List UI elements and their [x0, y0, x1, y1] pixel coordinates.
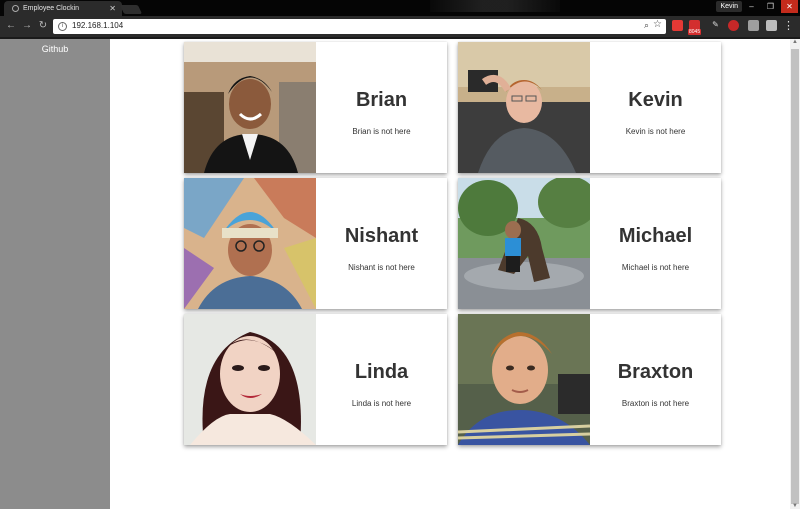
browser-tab[interactable]: Employee Clockin ✕: [4, 1, 122, 16]
employee-card-braxton[interactable]: Braxton Braxton is not here: [458, 314, 721, 445]
employee-status: Kevin is not here: [625, 127, 686, 136]
employee-status: Nishant is not here: [348, 263, 415, 272]
close-tab-icon[interactable]: ✕: [109, 4, 116, 13]
minimize-icon[interactable]: –: [743, 0, 760, 13]
browser-titlebar: Employee Clockin ✕ Kevin – ❐ ✕: [0, 0, 800, 16]
employee-photo: [184, 178, 316, 309]
employee-info: Nishant Nishant is not here: [316, 178, 447, 309]
extension-image-icon[interactable]: [766, 20, 777, 31]
employee-card-linda[interactable]: Linda Linda is not here: [184, 314, 447, 445]
extension-grey-icon[interactable]: [748, 20, 759, 31]
employee-name: Nishant: [344, 225, 419, 247]
employee-photo: [184, 42, 316, 173]
edit-icon[interactable]: ✎: [710, 20, 721, 31]
sidebar: Github: [0, 39, 110, 509]
employee-card-kevin[interactable]: Kevin Kevin is not here: [458, 42, 721, 173]
employee-status: Brian is not here: [352, 127, 411, 136]
bookmark-star-icon[interactable]: ☆: [653, 19, 662, 30]
employee-photo: [184, 314, 316, 445]
employee-card-michael[interactable]: Michael Michael is not here: [458, 178, 721, 309]
employee-name: Kevin: [628, 89, 683, 111]
employee-info: Linda Linda is not here: [316, 314, 447, 445]
employee-photo: [458, 42, 590, 173]
employee-name: Braxton: [617, 361, 694, 383]
address-bar[interactable]: i 192.168.1.104 ⌕ ☆: [53, 19, 666, 34]
employee-info: Kevin Kevin is not here: [590, 42, 721, 173]
employee-info: Brian Brian is not here: [316, 42, 447, 173]
employee-card-nishant[interactable]: Nishant Nishant is not here: [184, 178, 447, 309]
employee-status: Michael is not here: [621, 263, 690, 272]
ublock-icon[interactable]: [728, 20, 739, 31]
zoom-icon[interactable]: ⌕: [644, 20, 649, 31]
employee-name: Michael: [618, 225, 693, 247]
browser-toolbar: ← → ↻ i 192.168.1.104 ⌕ ☆ ✎ ⋮: [0, 16, 800, 37]
info-icon[interactable]: i: [58, 22, 67, 31]
employee-photo: [458, 314, 590, 445]
extension-red-icon[interactable]: [672, 20, 683, 31]
chrome-divider: [0, 37, 800, 39]
reload-icon[interactable]: ↻: [36, 19, 50, 33]
employee-name: Brian: [355, 89, 408, 111]
scroll-up-icon[interactable]: ▲: [792, 39, 798, 45]
employee-name: Linda: [354, 361, 409, 383]
employee-card-brian[interactable]: Brian Brian is not here: [184, 42, 447, 173]
employee-info: Braxton Braxton is not here: [590, 314, 721, 445]
scrollbar-thumb[interactable]: [791, 49, 799, 504]
employee-status: Linda is not here: [351, 399, 412, 408]
profile-button[interactable]: Kevin: [716, 1, 742, 12]
employee-photo: [458, 178, 590, 309]
theme-logo: [430, 0, 560, 12]
github-link[interactable]: Github: [0, 44, 110, 54]
back-icon[interactable]: ←: [4, 19, 18, 33]
new-tab-button[interactable]: [119, 5, 143, 14]
maximize-icon[interactable]: ❐: [762, 0, 779, 13]
tab-title: Employee Clockin: [23, 5, 80, 12]
employee-status: Braxton is not here: [621, 399, 690, 408]
mail-badge: 8045: [688, 29, 702, 35]
url-text: 192.168.1.104: [72, 21, 124, 30]
close-window-icon[interactable]: ✕: [781, 0, 798, 13]
forward-icon[interactable]: →: [20, 19, 34, 33]
menu-icon[interactable]: ⋮: [783, 19, 794, 32]
scroll-down-icon[interactable]: ▼: [792, 503, 798, 509]
employee-info: Michael Michael is not here: [590, 178, 721, 309]
globe-icon: [12, 5, 19, 12]
scrollbar[interactable]: ▲ ▼: [790, 39, 800, 509]
